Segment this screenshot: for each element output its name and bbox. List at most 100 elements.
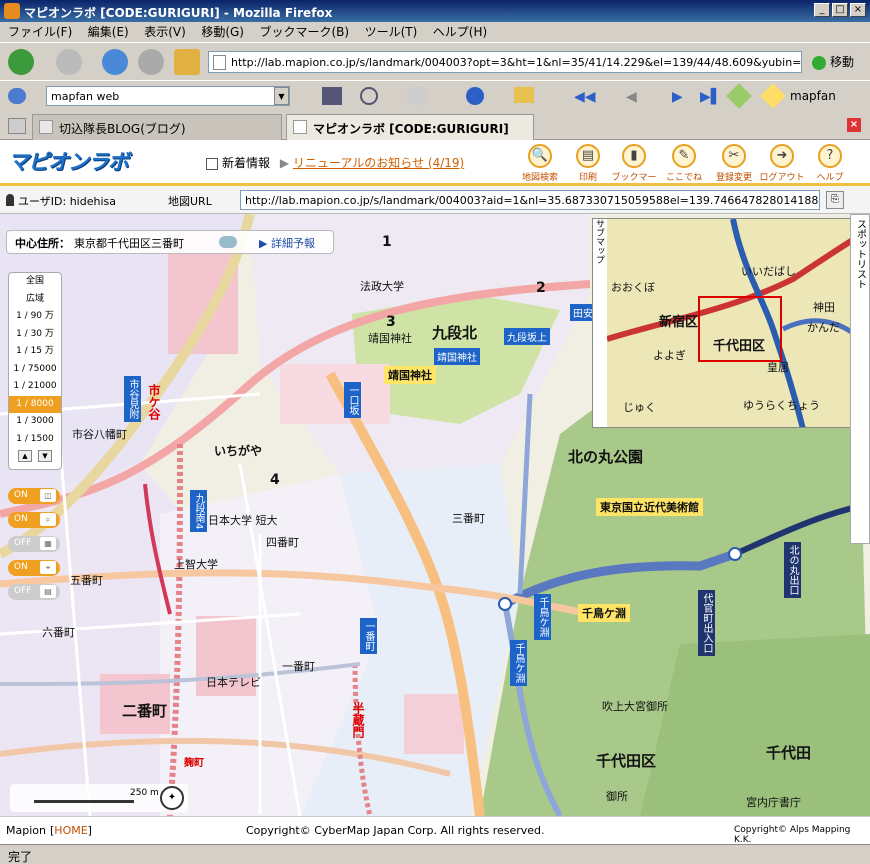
next-next-icon[interactable]: ▶▌ (700, 89, 722, 105)
folder-icon[interactable] (514, 87, 534, 103)
scale-1500[interactable]: 1 / 1500 (9, 431, 61, 449)
minimap-kanda: かんだ (807, 321, 840, 334)
scale-75000[interactable]: 1 / 75000 (9, 361, 61, 379)
info-icon[interactable] (466, 87, 484, 105)
reload-icon[interactable] (102, 49, 128, 75)
copy-url-icon[interactable]: ⎘ (826, 191, 844, 209)
landmark-icon: ▦ (40, 537, 56, 550)
scale-wide[interactable]: 広域 (9, 291, 61, 309)
close-tab-icon[interactable]: × (847, 118, 861, 132)
help-label: ヘルプ (816, 173, 844, 183)
mapfan-button[interactable]: mapfan (790, 89, 836, 103)
toggle-state: OFF (14, 586, 32, 596)
center-address-bar: 中心住所： 東京都千代田区三番町 ▶ 詳細予報 (6, 230, 334, 254)
label-ichigayahachiman: 市谷八幡町 (72, 428, 127, 441)
map-url-field[interactable]: http://lab.mapion.co.jp/s/landmark/00400… (240, 190, 820, 210)
back-arrow-icon[interactable] (8, 49, 34, 75)
toggle-layer-3[interactable]: OFF ▦ (8, 536, 60, 552)
url-bar[interactable]: http://lab.mapion.co.jp/s/landmark/00400… (208, 51, 802, 73)
label-ichibancho: 一番町 (282, 660, 315, 673)
google-icon[interactable] (8, 88, 26, 104)
minimap-kokyo: 皇居 (767, 361, 789, 374)
new-tab-icon[interactable] (8, 118, 26, 134)
toggle-state: ON (14, 490, 28, 500)
status-bar: 完了 (0, 844, 870, 864)
magnifier-icon[interactable] (360, 87, 378, 105)
label-yasukuni: 靖国神社 (384, 366, 436, 384)
kokodene-button[interactable]: ✎ ここでね (660, 144, 708, 183)
map-view[interactable]: 九段北 靖国神社 靖国神社 靖国神社 九段坂上 田安門 法政大学 北の丸公園 東… (0, 214, 870, 816)
label-kitanomaru-exit: 北の丸出口 (784, 542, 801, 598)
tab-label: 切込隊長BLOG(ブログ) (59, 122, 186, 136)
highlighter-icon[interactable] (726, 83, 752, 109)
forward-arrow-icon[interactable] (56, 49, 82, 75)
menu-edit[interactable]: 編集(E) (88, 22, 129, 42)
logout-button[interactable]: ➜ ログアウト (758, 144, 806, 183)
menu-bookmarks[interactable]: ブックマーク(B) (259, 22, 349, 42)
home-link[interactable]: HOME (54, 824, 87, 837)
spot-list-label: スポットリスト (854, 219, 866, 289)
minimize-button[interactable]: _ (814, 3, 830, 17)
print-button[interactable]: ▤ 印刷 (564, 144, 612, 183)
maximize-button[interactable]: □ (832, 3, 848, 17)
scale-8000[interactable]: 1 / 8000 (9, 395, 61, 413)
map-search-label: 地図検索 (521, 173, 558, 183)
detail-forecast-link[interactable]: ▶ 詳細予報 (259, 235, 315, 251)
scale-line (34, 800, 134, 803)
binoculars-icon[interactable] (322, 87, 342, 105)
scale-national[interactable]: 全国 (9, 273, 61, 291)
close-window-button[interactable]: × (850, 3, 866, 17)
scale-150k[interactable]: 1 / 15 万 (9, 343, 61, 361)
label-kitanomaru: 北の丸公園 (568, 448, 644, 466)
help-button[interactable]: ? ヘルプ (806, 144, 854, 183)
mapion-lab-logo[interactable]: マピオンラボ (8, 146, 129, 176)
scale-21000[interactable]: 1 / 21000 (9, 378, 61, 396)
tools-icon: ✂ (722, 144, 746, 168)
stop-icon[interactable] (138, 49, 164, 75)
map-search-button[interactable]: 🔍 地図検索 (516, 144, 564, 183)
go-button[interactable]: 移動 (812, 53, 854, 70)
scale-up-icon[interactable]: ▲ (18, 450, 32, 462)
next-icon[interactable]: ▶ (672, 89, 683, 105)
tab-blog[interactable]: 切込隊長BLOG(ブログ) (32, 114, 282, 140)
search-dropdown-button[interactable]: ▼ (274, 87, 289, 105)
page-icon (213, 55, 226, 70)
toggle-layer-4[interactable]: ON ⌖ (8, 560, 60, 576)
go-label: 移動 (830, 55, 855, 69)
label-ichibancho-cross: 一番町 (360, 618, 377, 654)
menu-go[interactable]: 移動(G) (201, 22, 244, 42)
navigation-toolbar: http://lab.mapion.co.jp/s/landmark/00400… (0, 42, 870, 80)
minimap-kanda-kanji: 神田 (813, 301, 835, 314)
prev-icon[interactable]: ◀ (626, 89, 637, 105)
scale-down-icon[interactable]: ▼ (38, 450, 52, 462)
layers-icon: ◫ (40, 489, 56, 502)
toolbar-search-input[interactable]: mapfan web (46, 86, 290, 106)
url-text: http://lab.mapion.co.jp/s/landmark/00400… (231, 56, 802, 69)
toggle-layer-1[interactable]: ON ◫ (8, 488, 60, 504)
footer-brand: Mapion (6, 824, 46, 837)
toggle-layer-5[interactable]: OFF ▤ (8, 584, 60, 600)
menu-tools[interactable]: ツール(T) (365, 22, 418, 42)
window-title: マピオンラボ [CODE:GURIGURI] - Mozilla Firefox (24, 6, 333, 20)
kokodene-label: ここでね (665, 173, 702, 183)
window-titlebar: マピオンラボ [CODE:GURIGURI] - Mozilla Firefox… (0, 0, 870, 22)
menu-help[interactable]: ヘルプ(H) (433, 22, 487, 42)
sub-map[interactable]: サブマップ 新宿区 千代田区 皇居 いいだばし おおくぼ よよぎ じゅく ゆうら… (592, 218, 870, 428)
news-link[interactable]: リニューアルのお知らせ (4/19) (293, 156, 464, 170)
grid-icon: ▤ (40, 585, 56, 598)
scale-300k[interactable]: 1 / 30 万 (9, 326, 61, 344)
scale-3000[interactable]: 1 / 3000 (9, 413, 61, 431)
prev-prev-icon[interactable]: ◀◀ (574, 89, 596, 105)
label-rokubancho: 六番町 (42, 626, 75, 639)
menu-view[interactable]: 表示(V) (144, 22, 186, 42)
scale-900k[interactable]: 1 / 90 万 (9, 308, 61, 326)
spot-list-tab[interactable]: スポットリスト (850, 214, 870, 544)
tab-mapion[interactable]: マピオンラボ [CODE:GURIGURI] (286, 114, 534, 140)
menu-file[interactable]: ファイル(F) (8, 22, 72, 42)
toggle-layer-2[interactable]: ON ⌕ (8, 512, 60, 528)
settings-change-button[interactable]: ✂ 登録変更 (710, 144, 758, 183)
crosshair-icon: ⌖ (40, 561, 56, 574)
pen-icon[interactable] (760, 83, 786, 109)
mouse-icon[interactable] (406, 87, 428, 105)
home-icon[interactable] (174, 49, 200, 75)
